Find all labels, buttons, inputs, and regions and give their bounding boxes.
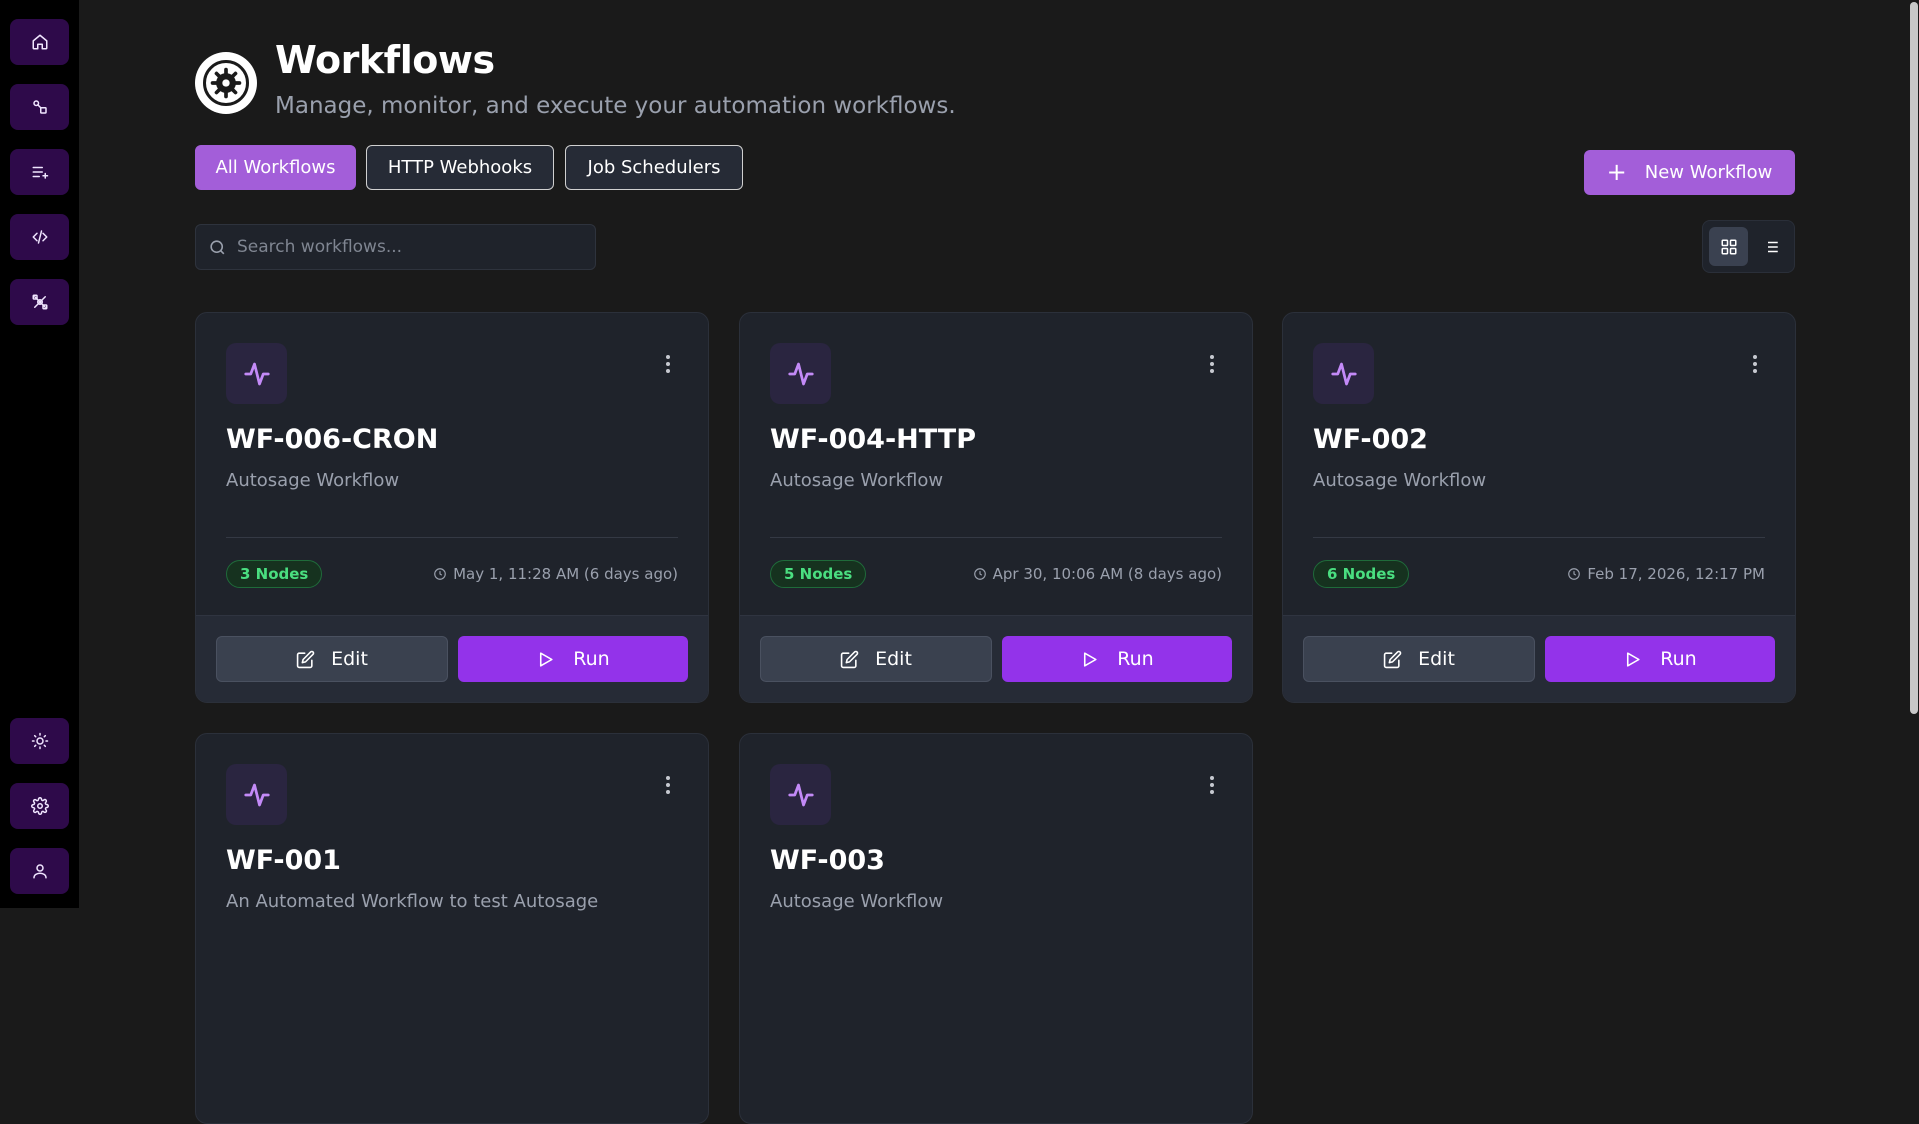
search-input[interactable] <box>237 237 577 257</box>
clock-icon <box>973 568 986 580</box>
sidebar-item-code[interactable] <box>10 214 69 260</box>
nodes-badge: 6 Nodes <box>1313 560 1410 588</box>
edit-icon <box>296 650 315 668</box>
more-options-icon[interactable] <box>1208 355 1216 373</box>
workflow-logo <box>195 52 257 114</box>
run-button[interactable]: Run <box>1545 636 1775 682</box>
tab-http-webhooks[interactable]: HTTP Webhooks <box>366 145 554 190</box>
card-footer: Edit Run <box>196 615 708 702</box>
activity-icon <box>226 343 287 404</box>
workflow-gear-icon <box>210 67 242 99</box>
nodes-badge: 5 Nodes <box>770 560 867 588</box>
edit-icon <box>1383 650 1402 668</box>
view-toggle <box>1702 220 1795 273</box>
card-footer: Edit Run <box>1283 615 1795 702</box>
list-view-button[interactable] <box>1751 227 1790 266</box>
activity-icon <box>1313 343 1374 404</box>
grid-icon <box>1721 239 1736 254</box>
more-options-icon[interactable] <box>664 776 672 794</box>
card-footer: Edit Run <box>740 615 1252 702</box>
card-description: Autosage Workflow <box>226 470 400 491</box>
list-icon <box>1763 241 1778 252</box>
workflow-card[interactable]: WF-004-HTTP Autosage Workflow 5 Nodes Ap… <box>739 312 1253 703</box>
more-options-icon[interactable] <box>664 355 672 373</box>
card-divider <box>226 537 678 538</box>
run-label: Run <box>573 648 610 670</box>
card-title: WF-001 <box>226 845 341 876</box>
card-title: WF-002 <box>1313 424 1428 455</box>
edit-label: Edit <box>331 648 368 670</box>
edit-label: Edit <box>1418 648 1455 670</box>
play-icon <box>1627 651 1640 667</box>
sidebar-item-settings[interactable] <box>10 783 69 829</box>
play-icon <box>1084 651 1097 667</box>
scrollbar-thumb[interactable] <box>1910 2 1918 714</box>
sidebar-item-integrations[interactable] <box>10 279 69 325</box>
card-description: Autosage Workflow <box>1313 470 1487 491</box>
activity-icon <box>770 343 831 404</box>
sidebar-item-profile[interactable] <box>10 848 69 894</box>
card-date: Apr 30, 10:06 AM (8 days ago) <box>973 565 1222 583</box>
workflow-card[interactable]: WF-002 Autosage Workflow 6 Nodes Feb 17,… <box>1282 312 1796 703</box>
run-button[interactable]: Run <box>1002 636 1232 682</box>
gear-icon <box>30 797 49 815</box>
card-title: WF-003 <box>770 845 885 876</box>
card-date-text: May 1, 11:28 AM (6 days ago) <box>453 565 678 583</box>
edit-button[interactable]: Edit <box>1303 636 1535 682</box>
play-icon <box>540 651 553 667</box>
run-button[interactable]: Run <box>458 636 688 682</box>
sidebar-item-home[interactable] <box>10 19 69 65</box>
card-description: An Automated Workflow to test Autosage <box>226 891 599 912</box>
tab-job-schedulers[interactable]: Job Schedulers <box>565 145 743 190</box>
card-date: Feb 17, 2026, 12:17 PM <box>1567 565 1765 583</box>
sidebar-item-queue[interactable] <box>10 149 69 195</box>
activity-icon <box>226 764 287 825</box>
clock-icon <box>434 568 446 580</box>
search-icon <box>210 239 225 254</box>
card-description: Autosage Workflow <box>770 470 944 491</box>
card-divider <box>1313 537 1765 538</box>
home-icon <box>32 34 47 50</box>
workflow-card[interactable]: WF-006-CRON Autosage Workflow 3 Nodes Ma… <box>195 312 709 703</box>
code-icon <box>32 230 47 244</box>
more-options-icon[interactable] <box>1208 776 1216 794</box>
nodes-badge: 3 Nodes <box>226 560 323 588</box>
card-description: Autosage Workflow <box>770 891 944 912</box>
integrations-icon <box>32 294 47 310</box>
workflow-nodes-icon <box>32 100 47 114</box>
run-label: Run <box>1660 648 1697 670</box>
workflow-card[interactable]: WF-003 Autosage Workflow <box>739 733 1253 1124</box>
tab-all-workflows[interactable]: All Workflows <box>195 145 356 190</box>
page-subtitle: Manage, monitor, and execute your automa… <box>275 93 956 119</box>
search-box <box>195 224 596 270</box>
activity-icon <box>770 764 831 825</box>
workflow-card[interactable]: WF-001 An Automated Workflow to test Aut… <box>195 733 709 1124</box>
card-date-text: Apr 30, 10:06 AM (8 days ago) <box>992 565 1222 583</box>
card-title: WF-004-HTTP <box>770 424 977 455</box>
card-date: May 1, 11:28 AM (6 days ago) <box>433 565 678 583</box>
card-title: WF-006-CRON <box>226 424 439 455</box>
more-options-icon[interactable] <box>1751 355 1759 373</box>
page-title: Workflows <box>275 38 495 82</box>
queue-add-icon <box>32 166 48 179</box>
edit-label: Edit <box>875 648 912 670</box>
card-date-text: Feb 17, 2026, 12:17 PM <box>1587 565 1765 583</box>
sidebar-item-workflows[interactable] <box>10 84 69 130</box>
card-divider <box>770 537 1222 538</box>
main-content: Workflows Manage, monitor, and execute y… <box>79 0 1919 1124</box>
edit-icon <box>840 650 859 668</box>
clock-icon <box>1568 568 1581 580</box>
sun-icon <box>31 732 48 750</box>
sidebar <box>0 0 79 908</box>
grid-view-button[interactable] <box>1709 227 1748 266</box>
run-label: Run <box>1117 648 1154 670</box>
sidebar-item-theme[interactable] <box>10 718 69 764</box>
edit-button[interactable]: Edit <box>760 636 992 682</box>
scrollbar[interactable] <box>1909 0 1919 908</box>
new-workflow-label: New Workflow <box>1644 162 1773 183</box>
user-icon <box>32 864 47 879</box>
new-workflow-button[interactable]: + New Workflow <box>1584 150 1795 195</box>
plus-icon: + <box>1606 157 1627 186</box>
edit-button[interactable]: Edit <box>216 636 448 682</box>
